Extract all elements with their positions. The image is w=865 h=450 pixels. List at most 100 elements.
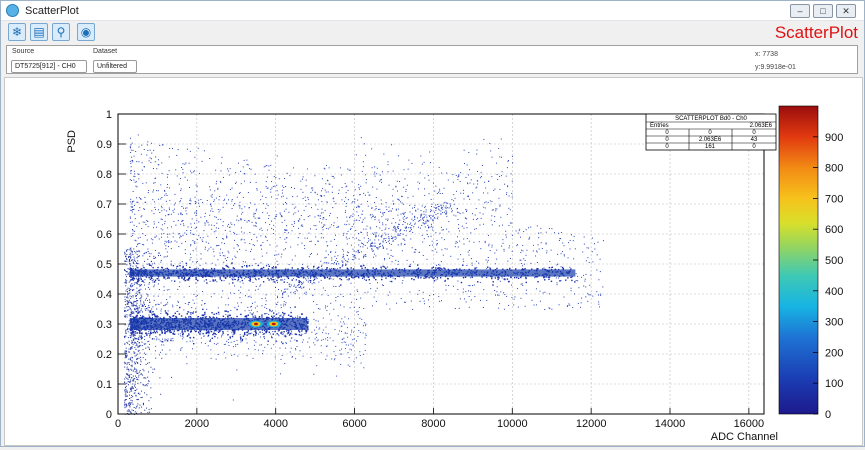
band-point <box>352 277 353 278</box>
x-tick-label: 10000 <box>497 418 528 430</box>
band-point <box>361 265 362 266</box>
y-axis-ticks: 00.10.20.30.40.50.60.70.80.91 <box>97 109 126 421</box>
plot-canvas[interactable]: 0200040006000800010000120001400016000 00… <box>4 77 863 446</box>
close-button[interactable]: ✕ <box>836 4 856 18</box>
band-point <box>314 279 315 280</box>
band-point <box>226 310 227 311</box>
band-point <box>288 330 289 331</box>
band-point <box>274 331 275 332</box>
band-point <box>296 340 297 341</box>
band-point <box>342 264 343 265</box>
band-point <box>249 333 250 334</box>
x-tick-label: 14000 <box>655 418 686 430</box>
band-point <box>434 280 435 281</box>
band-point <box>193 337 194 338</box>
band-point <box>574 281 575 282</box>
camera-icon[interactable]: ◉ <box>77 23 95 41</box>
band-point <box>495 277 496 278</box>
band-point <box>186 279 187 280</box>
scatter-plot[interactable]: 0200040006000800010000120001400016000 00… <box>5 78 862 445</box>
minimize-button[interactable]: – <box>790 4 810 18</box>
x-axis-ticks: 0200040006000800010000120001400016000 <box>115 408 764 430</box>
title-bar: ScatterPlot – □ ✕ <box>1 1 864 21</box>
band-point <box>258 278 259 279</box>
band-point <box>299 334 300 335</box>
brand-title: ScatterPlot <box>775 23 858 43</box>
band-point <box>269 310 270 311</box>
band-point <box>130 314 131 315</box>
band-point <box>520 277 521 278</box>
band-point <box>202 333 203 334</box>
stats-title: SCATTERPLOT Bd0 - Ch0 <box>675 116 747 122</box>
band-point <box>492 284 493 285</box>
band-point <box>428 277 429 278</box>
band-point <box>204 312 205 313</box>
stats-box: SCATTERPLOT Bd0 - Ch0 Entries 2.063E6 00… <box>646 114 776 150</box>
x-tick-label: 4000 <box>263 418 287 430</box>
y-tick-label: 0.8 <box>97 169 112 181</box>
band-point <box>301 314 302 315</box>
restore-button[interactable]: □ <box>813 4 833 18</box>
band-point <box>173 265 174 266</box>
zoom-icon[interactable]: ⚲ <box>52 23 70 41</box>
band-point <box>510 277 511 278</box>
snowflake-icon[interactable]: ❄ <box>8 23 26 41</box>
band-point <box>385 277 386 278</box>
band-point <box>130 337 131 338</box>
band-point <box>139 333 140 334</box>
band-point <box>524 268 525 269</box>
band-point <box>211 331 212 332</box>
band-point <box>549 267 550 268</box>
x-tick-label: 16000 <box>734 418 765 430</box>
band-point <box>273 315 274 316</box>
band-point <box>181 315 182 316</box>
band-point <box>493 281 494 282</box>
hotspot-core <box>254 323 258 325</box>
band-point <box>161 332 162 333</box>
band-point <box>382 266 383 267</box>
colorbar-tick-label: 800 <box>825 163 843 175</box>
band-point <box>241 277 242 278</box>
band-point <box>170 340 171 341</box>
band-point <box>165 312 166 313</box>
band-point <box>240 314 241 315</box>
band-point <box>333 268 334 269</box>
band-point <box>413 279 414 280</box>
band-point <box>149 333 150 334</box>
band-point <box>276 313 277 314</box>
band-point <box>189 267 190 268</box>
band-point <box>206 279 207 280</box>
coord-y-readout: y:9.9918e-01 <box>755 64 796 71</box>
source-select[interactable]: DT5725[912] - CH0 <box>11 60 87 73</box>
band-point <box>136 332 137 333</box>
band-point <box>551 281 552 282</box>
y-tick-label: 0.1 <box>97 379 112 391</box>
band-point <box>366 280 367 281</box>
folder-icon[interactable]: ▤ <box>30 23 48 41</box>
band-point <box>187 313 188 314</box>
band-point <box>213 314 214 315</box>
band-point <box>571 280 572 281</box>
band-point <box>268 279 269 280</box>
band-point <box>438 267 439 268</box>
band-point <box>376 268 377 269</box>
band-point <box>271 316 272 317</box>
colorbar-tick-label: 700 <box>825 193 843 205</box>
band-point <box>294 306 295 307</box>
band-point <box>223 316 224 317</box>
band-point <box>270 278 271 279</box>
band-point <box>197 280 198 281</box>
band-point <box>477 281 478 282</box>
band-point <box>234 279 235 280</box>
band-point <box>301 330 302 331</box>
dataset-select[interactable]: Unfiltered <box>93 60 137 73</box>
band-point <box>140 335 141 336</box>
band-point <box>518 278 519 279</box>
toolbar: ❄ ▤ ⚲ ◉ <box>1 21 864 44</box>
band-point <box>161 267 162 268</box>
band-point <box>229 336 230 337</box>
band-point <box>138 311 139 312</box>
band-point <box>281 332 282 333</box>
band-point <box>440 277 441 278</box>
band-point <box>290 312 291 313</box>
